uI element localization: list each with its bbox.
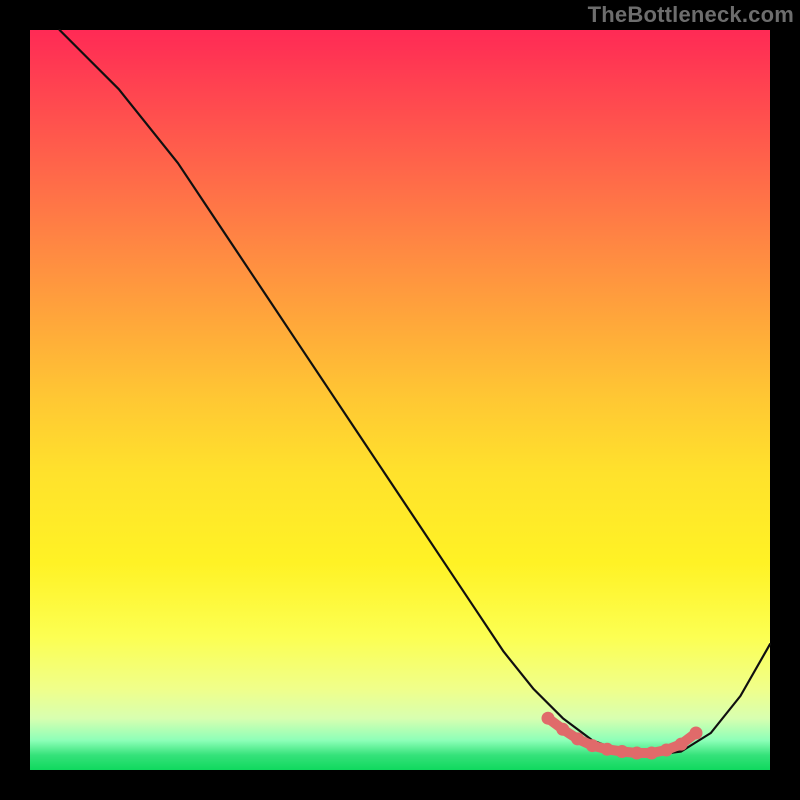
plot-area <box>30 30 770 770</box>
highlight-dot <box>586 739 599 752</box>
highlight-dot <box>645 747 658 760</box>
highlight-dot <box>542 712 555 725</box>
highlight-dot <box>571 732 584 745</box>
watermark-text: TheBottleneck.com <box>588 2 794 28</box>
main-curve <box>60 30 770 755</box>
highlight-dot <box>601 743 614 756</box>
highlight-dot <box>690 727 703 740</box>
highlight-dot <box>616 745 629 758</box>
highlight-dot <box>675 738 688 751</box>
highlight-dot <box>556 723 569 736</box>
highlight-dot <box>630 747 643 760</box>
highlight-dot <box>660 744 673 757</box>
chart-stage: TheBottleneck.com <box>0 0 800 800</box>
curve-layer <box>30 30 770 770</box>
